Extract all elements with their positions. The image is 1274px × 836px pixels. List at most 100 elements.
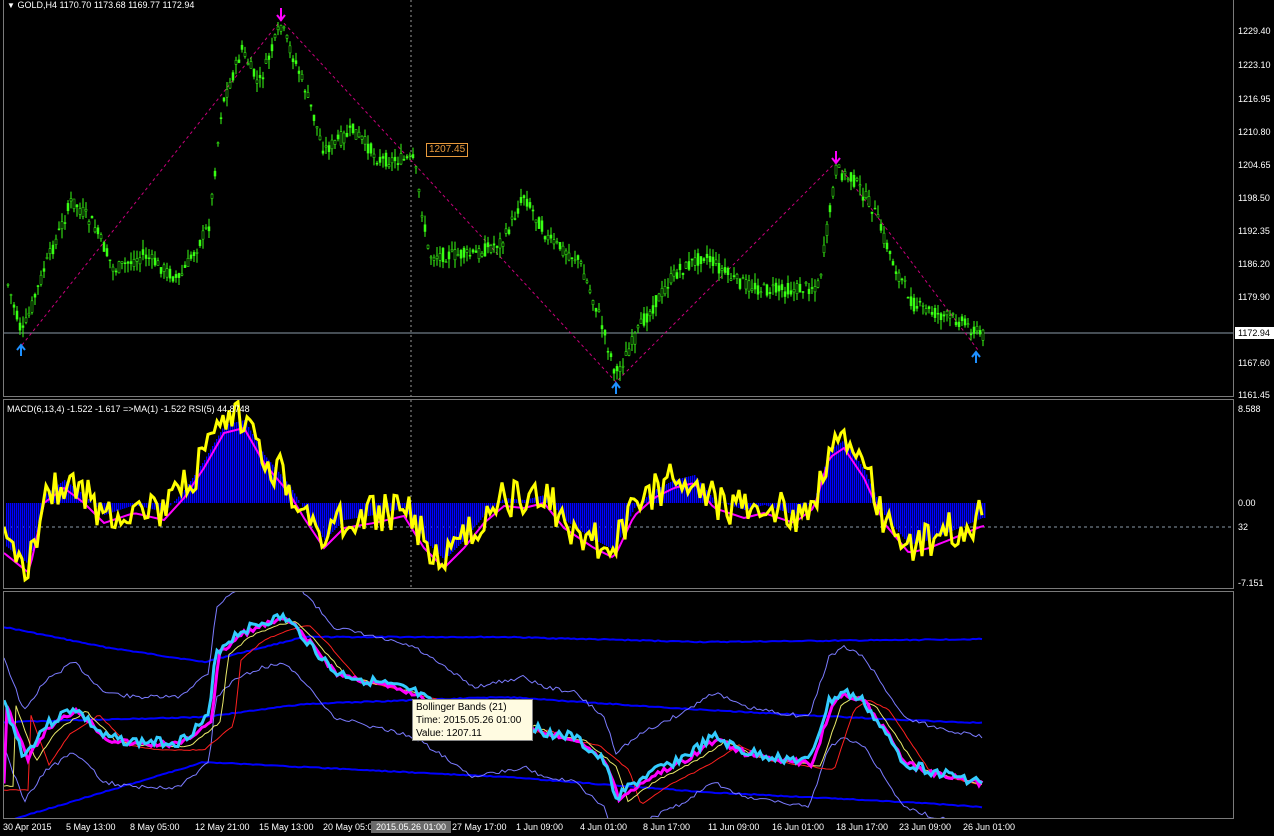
histogram-bar	[936, 503, 938, 538]
histogram-bar	[302, 503, 304, 507]
candle-body	[963, 318, 967, 326]
candle-body	[753, 282, 757, 290]
candle-body	[183, 264, 187, 268]
candle-body	[54, 238, 58, 245]
candle-body	[324, 145, 328, 148]
candle-body	[276, 26, 280, 31]
candle-body	[159, 267, 163, 274]
candle-body	[510, 216, 514, 220]
level-label: 1207.45	[426, 143, 469, 157]
histogram-bar	[220, 432, 222, 503]
candle-body	[138, 257, 142, 265]
candle-body	[588, 289, 592, 293]
histogram-bar	[120, 503, 122, 510]
candle-body	[546, 235, 550, 241]
candle-body	[870, 211, 874, 214]
candle-body	[78, 208, 82, 215]
candle-body	[924, 308, 928, 314]
histogram-bar	[896, 503, 898, 530]
histogram-bar	[582, 503, 584, 532]
candle-body	[18, 322, 22, 331]
histogram-bar	[238, 421, 240, 503]
candle-body	[678, 263, 682, 271]
candle-body	[21, 325, 25, 328]
candle-body	[51, 244, 55, 255]
candle-body	[231, 72, 235, 81]
candle-body	[144, 254, 148, 259]
histogram-bar	[970, 503, 972, 524]
x-axis-label: 5 May 13:00	[66, 822, 116, 832]
histogram-bar	[474, 503, 476, 528]
histogram-bar	[952, 503, 954, 531]
candle-body	[711, 256, 715, 266]
candle-body	[447, 251, 451, 260]
histogram-bar	[516, 499, 518, 503]
bollinger-pane[interactable]	[3, 591, 1234, 819]
candle-body	[579, 261, 583, 264]
candle-body	[441, 247, 445, 262]
candle-body	[618, 366, 622, 372]
candle-body	[207, 226, 211, 232]
histogram-bar	[244, 420, 246, 503]
price-chart-canvas	[4, 0, 1233, 396]
x-axis-label: 16 Jun 01:00	[772, 822, 825, 832]
candle-body	[165, 268, 169, 278]
candle-body	[594, 307, 598, 312]
candle-body	[591, 300, 595, 305]
histogram-bar	[280, 474, 282, 503]
histogram-bar	[580, 503, 582, 531]
candle-body	[201, 230, 205, 240]
histogram-bar	[430, 503, 432, 546]
candle-body	[12, 304, 16, 308]
histogram-bar	[344, 503, 346, 520]
candle-body	[519, 197, 523, 203]
candle-body	[690, 258, 694, 261]
x-axis-label: 12 May 21:00	[195, 822, 250, 832]
histogram-bar	[514, 499, 516, 503]
candle-body	[729, 278, 733, 281]
candle-body	[672, 269, 676, 277]
candle-body	[372, 153, 376, 158]
candle-body	[402, 158, 406, 161]
candle-body	[315, 126, 319, 129]
histogram-bar	[570, 503, 572, 524]
candle-body	[342, 132, 346, 144]
candle-body	[120, 261, 124, 264]
candle-body	[852, 174, 856, 187]
candle-body	[300, 74, 304, 80]
candle-body	[771, 284, 775, 287]
histogram-bar	[912, 503, 914, 545]
candle-body	[840, 173, 844, 181]
candle-body	[48, 248, 52, 255]
candle-body	[228, 82, 232, 89]
histogram-bar	[768, 503, 770, 507]
candle-body	[384, 152, 388, 167]
price-chart-pane[interactable]: ▼ GOLD,H4 1170.70 1173.68 1169.77 1172.9…	[3, 0, 1234, 397]
candle-body	[600, 325, 604, 330]
histogram-bar	[36, 503, 38, 533]
candle-body	[825, 223, 829, 236]
histogram-bar	[478, 503, 480, 523]
histogram-bar	[612, 503, 614, 549]
candle-body	[435, 255, 439, 259]
macd-pane[interactable]: MACD(6,13,4) -1.522 -1.617 =>MA(1) -1.52…	[3, 399, 1234, 589]
candle-body	[807, 288, 811, 295]
candle-body	[369, 143, 373, 154]
candle-body	[180, 273, 184, 276]
candle-body	[549, 234, 553, 239]
candle-body	[423, 224, 427, 232]
histogram-bar	[906, 503, 908, 542]
candle-body	[42, 268, 46, 272]
triangle-down-icon[interactable]: ▼	[7, 1, 15, 10]
candle-body	[939, 313, 943, 321]
candle-body	[420, 215, 424, 218]
candle-body	[189, 254, 193, 259]
candle-body	[966, 323, 970, 325]
candle-body	[249, 61, 253, 69]
candle-body	[150, 254, 154, 260]
candle-body	[666, 287, 670, 289]
x-axis-label: 26 Jun 01:00	[963, 822, 1016, 832]
candle-body	[738, 278, 742, 289]
histogram-bar	[530, 498, 532, 503]
histogram-bar	[130, 503, 132, 507]
